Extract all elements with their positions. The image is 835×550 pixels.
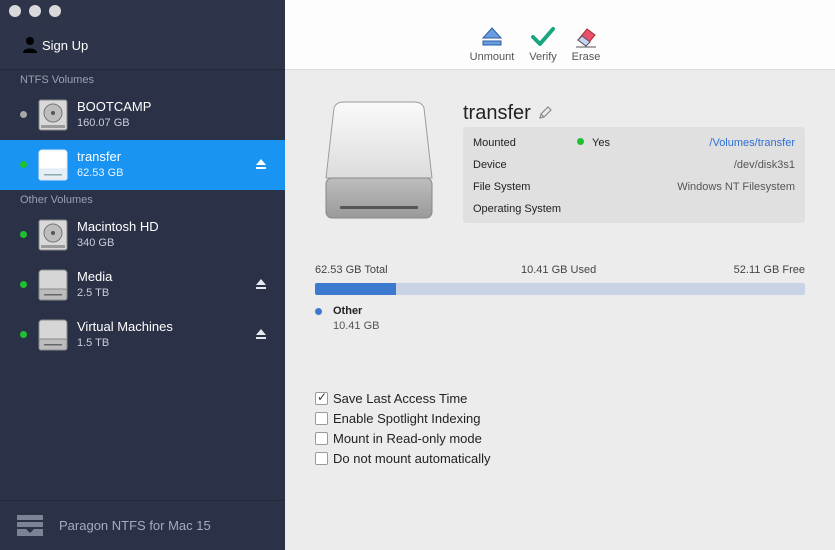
mount-options: Save Last Access Time Enable Spotlight I…: [315, 388, 491, 468]
sidebar-item-macintosh-hd[interactable]: Macintosh HD 340 GB: [0, 210, 285, 260]
eraser-icon: [576, 28, 596, 48]
volume-size: 2.5 TB: [77, 287, 110, 299]
volume-size: 340 GB: [77, 237, 115, 249]
volume-name: Media: [77, 269, 113, 284]
info-row-operating-system: Operating System: [473, 199, 795, 221]
option-enable-spotlight-indexing[interactable]: Enable Spotlight Indexing: [315, 408, 491, 428]
sidebar-item-media[interactable]: Media 2.5 TB: [0, 260, 285, 310]
sidebar: Sign Up NTFS Volumes BOOTCAMP 160.07 GB …: [0, 0, 285, 550]
zoom-window-button[interactable]: [49, 5, 61, 17]
sidebar-footer: Paragon NTFS for Mac 15: [0, 500, 285, 550]
legend-dot: [315, 308, 322, 315]
option-save-last-access-time[interactable]: Save Last Access Time: [315, 388, 491, 408]
sign-up-label: Sign Up: [42, 37, 89, 53]
option-mount-read-only[interactable]: Mount in Read-only mode: [315, 428, 491, 448]
status-dot: [20, 231, 27, 238]
volume-name: BOOTCAMP: [77, 99, 152, 114]
mount-path-link[interactable]: /Volumes/transfer: [709, 137, 795, 149]
sign-up-button[interactable]: Sign Up: [22, 36, 88, 54]
checkbox[interactable]: [315, 390, 328, 405]
checkmark-icon: [531, 27, 555, 46]
option-label: Do not mount automatically: [333, 450, 491, 466]
legend-name: Other: [333, 305, 363, 317]
option-label: Mount in Read-only mode: [333, 430, 482, 446]
info-key: Device: [473, 159, 507, 171]
usage-bar: [315, 283, 805, 295]
pencil-icon[interactable]: [538, 106, 552, 120]
total-size-label: 62.53 GB Total: [315, 264, 388, 276]
checkbox[interactable]: [315, 411, 328, 425]
info-key: Operating System: [473, 203, 562, 215]
toolbar: Unmount Verify Erase: [285, 0, 835, 70]
unmount-icon: [481, 27, 503, 46]
user-icon: [23, 37, 37, 53]
status-dot: [20, 161, 27, 168]
section-header-ntfs: NTFS Volumes: [20, 74, 94, 86]
external-disk-icon: [38, 269, 68, 301]
volume-name: Macintosh HD: [77, 219, 159, 234]
mounted-status: Yes: [577, 137, 610, 149]
usage-bar-fill: [315, 283, 397, 295]
eject-icon[interactable]: [256, 329, 266, 340]
sidebar-item-bootcamp[interactable]: BOOTCAMP 160.07 GB: [0, 90, 285, 140]
info-value: Windows NT Filesystem: [677, 181, 795, 193]
free-size-label: 52.11 GB Free: [733, 264, 805, 276]
minimize-window-button[interactable]: [29, 5, 41, 17]
option-label: Save Last Access Time: [333, 390, 468, 406]
unmount-label: Unmount: [469, 51, 515, 63]
info-row-mounted: Mounted Yes /Volumes/transfer: [473, 133, 795, 155]
external-disk-large-icon: [325, 101, 433, 219]
main-pane: Unmount Verify Erase transfer Mounted Ye…: [285, 0, 835, 550]
app-name-label: Paragon NTFS for Mac 15: [59, 518, 211, 533]
erase-label: Erase: [571, 51, 601, 63]
sidebar-item-virtual-machines[interactable]: Virtual Machines 1.5 TB: [0, 310, 285, 360]
external-disk-icon: [38, 149, 68, 181]
status-dot: [20, 281, 27, 288]
volume-name: transfer: [77, 149, 122, 164]
volume-size: 62.53 GB: [77, 167, 124, 179]
info-value: /dev/disk3s1: [733, 159, 795, 171]
info-row-device: Device /dev/disk3s1: [473, 155, 795, 177]
internal-disk-icon: [38, 219, 68, 251]
verify-label: Verify: [529, 51, 557, 63]
sidebar-item-transfer[interactable]: transfer 62.53 GB: [0, 140, 285, 190]
status-dot: [20, 331, 27, 338]
volume-info-panel: Mounted Yes /Volumes/transfer Device /de…: [463, 127, 805, 223]
window-controls: [9, 5, 61, 17]
used-size-label: 10.41 GB Used: [521, 264, 597, 276]
volume-title: transfer: [463, 102, 531, 124]
volume-size: 1.5 TB: [77, 337, 110, 349]
volume-size: 160.07 GB: [77, 117, 130, 129]
close-window-button[interactable]: [9, 5, 21, 17]
verify-button[interactable]: Verify: [527, 26, 559, 63]
status-dot: [20, 111, 27, 118]
eject-icon[interactable]: [256, 159, 266, 170]
paragon-logo-icon: [17, 515, 43, 536]
unmount-button[interactable]: Unmount: [468, 26, 516, 63]
info-key: Mounted: [473, 137, 516, 149]
volume-name: Virtual Machines: [77, 319, 173, 334]
option-do-not-mount-automatically[interactable]: Do not mount automatically: [315, 448, 491, 468]
legend-value: 10.41 GB: [333, 320, 380, 332]
option-label: Enable Spotlight Indexing: [333, 410, 481, 426]
info-key: File System: [473, 181, 531, 193]
erase-button[interactable]: Erase: [570, 26, 602, 63]
external-disk-icon: [38, 319, 68, 351]
info-row-file-system: File System Windows NT Filesystem: [473, 177, 795, 199]
eject-icon[interactable]: [256, 279, 266, 290]
section-header-other: Other Volumes: [20, 194, 93, 206]
internal-disk-icon: [38, 99, 68, 131]
checkbox[interactable]: [315, 451, 328, 465]
checkbox[interactable]: [315, 431, 328, 445]
